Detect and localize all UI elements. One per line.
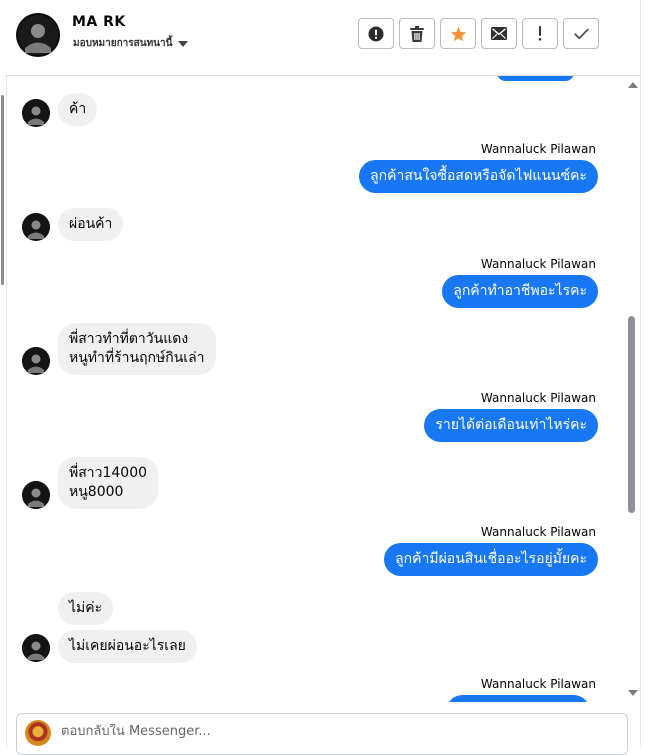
incoming-message[interactable]: ค้า (58, 93, 98, 126)
contact-message-avatar (22, 99, 50, 127)
scroll-down-arrow-icon[interactable] (628, 690, 638, 696)
message-line: หนูทำที่ร้านฤกษ์กินเล่า (69, 350, 205, 366)
assign-conversation-label: มอบหมายการสนทนานี้ (73, 38, 173, 49)
check-icon (573, 28, 589, 39)
outgoing-message[interactable]: รายได้ต่อเดือนเท่าไหร่คะ (424, 409, 598, 442)
message-sender-name: Wannaluck Pilawan (480, 677, 596, 691)
report-spam-button[interactable] (358, 18, 394, 49)
envelope-icon (491, 27, 507, 40)
incoming-message[interactable]: พี่สาวทำที่ตาวันแดง หนูทำที่ร้านฤกษ์กินเ… (58, 323, 216, 375)
message-sender-name: Wannaluck Pilawan (480, 525, 596, 539)
incoming-message[interactable]: พี่สาว14000 หนู8000 (58, 457, 159, 509)
scroll-up-arrow-icon[interactable] (628, 82, 638, 88)
reply-composer[interactable] (16, 713, 628, 755)
contact-avatar[interactable] (16, 13, 60, 57)
panel-divider (640, 0, 641, 747)
follow-up-button[interactable] (522, 18, 558, 49)
exclamation-icon (538, 26, 542, 41)
conversation-actions (358, 18, 599, 49)
outgoing-message[interactable]: ลูกค้าทำอาชีพอะไรคะ (442, 275, 598, 308)
star-button[interactable] (440, 18, 476, 49)
delete-button[interactable] (399, 18, 435, 49)
contact-name[interactable]: MA RK (72, 14, 126, 30)
outgoing-message[interactable] (497, 76, 574, 81)
outgoing-message[interactable]: ลูกค้าสนใจซื้อสดหรือจัดไฟแนนซ์คะ (359, 160, 598, 193)
incoming-message[interactable]: ไม่ค่ะ (58, 592, 114, 625)
message-line: พี่สาว14000 (69, 465, 148, 481)
thread-scrollbar[interactable] (624, 76, 640, 702)
chevron-down-icon (178, 41, 189, 47)
page-avatar (25, 720, 51, 746)
mark-unread-button[interactable] (481, 18, 517, 49)
conversation-header: MA RK มอบหมายการสนทนานี้ (6, 0, 640, 76)
incoming-message[interactable]: ไม่เคยผ่อนอะไรเลย (58, 630, 197, 663)
left-panel-scrollbar[interactable] (1, 95, 4, 285)
contact-message-avatar (22, 213, 50, 241)
mark-done-button[interactable] (563, 18, 599, 49)
alert-circle-icon (368, 26, 384, 41)
message-sender-name: Wannaluck Pilawan (480, 391, 596, 405)
message-line: พี่สาวทำที่ตาวันแดง (69, 331, 189, 347)
reply-input[interactable] (61, 724, 561, 739)
message-line: หนู8000 (69, 484, 124, 500)
trash-icon (410, 25, 424, 42)
assign-conversation-dropdown[interactable]: มอบหมายการสนทนานี้ (73, 36, 189, 51)
outgoing-message[interactable] (446, 695, 590, 702)
message-sender-name: Wannaluck Pilawan (480, 142, 596, 156)
incoming-message[interactable]: ผ่อนค้า (58, 208, 124, 241)
message-thread[interactable]: ค้า Wannaluck Pilawan ลูกค้าสนใจซื้อสดหร… (6, 76, 622, 702)
outgoing-message[interactable]: ลูกค้ามีผ่อนสินเชื่ออะไรอยู่มั้ยคะ (384, 543, 598, 576)
star-icon (450, 26, 466, 41)
message-sender-name: Wannaluck Pilawan (480, 257, 596, 271)
scrollbar-thumb[interactable] (628, 316, 635, 513)
contact-message-avatar (22, 347, 50, 375)
contact-message-avatar (22, 634, 50, 662)
contact-message-avatar (22, 481, 50, 509)
